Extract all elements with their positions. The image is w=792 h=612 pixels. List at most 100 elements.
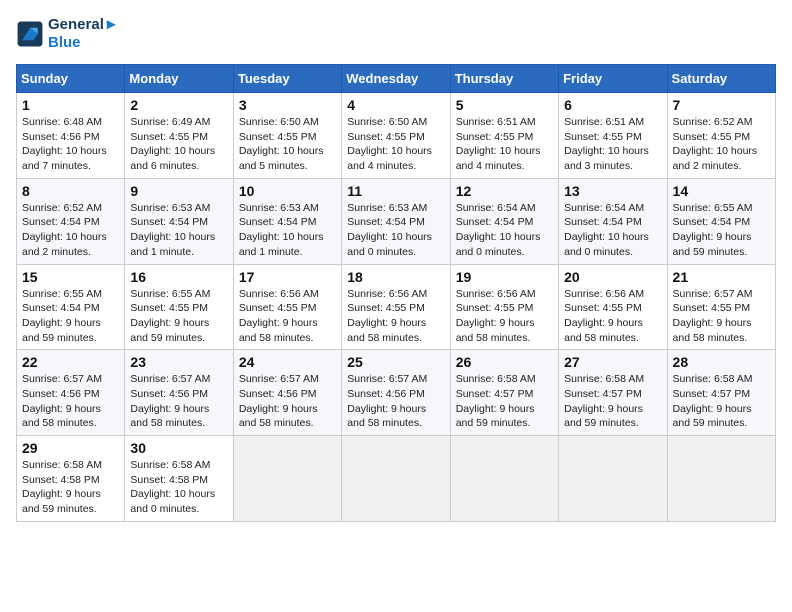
daylight-label: Daylight: — [239, 317, 283, 329]
day-of-week-header: Thursday — [450, 65, 558, 93]
sunset-time: 4:56 PM — [386, 388, 425, 400]
sunset-time: 4:55 PM — [711, 302, 750, 314]
day-info: Sunrise: 6:57 AM Sunset: 4:56 PM Dayligh… — [239, 372, 336, 431]
sunrise-label: Sunrise: — [347, 116, 388, 128]
daylight-label: Daylight: — [673, 403, 717, 415]
calendar-cell: 15 Sunrise: 6:55 AM Sunset: 4:54 PM Dayl… — [17, 264, 125, 350]
sunset-time: 4:54 PM — [386, 216, 425, 228]
sunrise-label: Sunrise: — [673, 373, 714, 385]
sunrise-label: Sunrise: — [347, 373, 388, 385]
calendar-cell — [233, 436, 341, 522]
sunset-time: 4:55 PM — [169, 131, 208, 143]
calendar-cell: 23 Sunrise: 6:57 AM Sunset: 4:56 PM Dayl… — [125, 350, 233, 436]
sunrise-label: Sunrise: — [347, 288, 388, 300]
day-number: 17 — [239, 269, 336, 285]
day-info: Sunrise: 6:52 AM Sunset: 4:55 PM Dayligh… — [673, 115, 770, 174]
calendar-cell: 17 Sunrise: 6:56 AM Sunset: 4:55 PM Dayl… — [233, 264, 341, 350]
calendar-cell: 16 Sunrise: 6:55 AM Sunset: 4:55 PM Dayl… — [125, 264, 233, 350]
day-info: Sunrise: 6:53 AM Sunset: 4:54 PM Dayligh… — [347, 201, 444, 260]
calendar-cell: 3 Sunrise: 6:50 AM Sunset: 4:55 PM Dayli… — [233, 93, 341, 179]
day-number: 10 — [239, 183, 336, 199]
day-number: 29 — [22, 440, 119, 456]
calendar-cell: 20 Sunrise: 6:56 AM Sunset: 4:55 PM Dayl… — [559, 264, 667, 350]
day-number: 20 — [564, 269, 661, 285]
calendar-header: SundayMondayTuesdayWednesdayThursdayFrid… — [17, 65, 776, 93]
calendar-cell: 29 Sunrise: 6:58 AM Sunset: 4:58 PM Dayl… — [17, 436, 125, 522]
sunrise-time: 6:48 AM — [63, 116, 102, 128]
sunrise-time: 6:58 AM — [63, 459, 102, 471]
sunrise-time: 6:53 AM — [280, 202, 319, 214]
calendar-cell: 18 Sunrise: 6:56 AM Sunset: 4:55 PM Dayl… — [342, 264, 450, 350]
daylight-label: Daylight: — [564, 231, 608, 243]
sunset-time: 4:55 PM — [603, 302, 642, 314]
day-of-week-header: Friday — [559, 65, 667, 93]
sunset-label: Sunset: — [22, 388, 61, 400]
sunrise-label: Sunrise: — [130, 459, 171, 471]
sunrise-time: 6:55 AM — [63, 288, 102, 300]
calendar-cell: 6 Sunrise: 6:51 AM Sunset: 4:55 PM Dayli… — [559, 93, 667, 179]
day-info: Sunrise: 6:53 AM Sunset: 4:54 PM Dayligh… — [239, 201, 336, 260]
sunrise-time: 6:55 AM — [172, 288, 211, 300]
sunset-label: Sunset: — [22, 474, 61, 486]
sunset-label: Sunset: — [130, 216, 169, 228]
sunrise-label: Sunrise: — [130, 202, 171, 214]
day-info: Sunrise: 6:56 AM Sunset: 4:55 PM Dayligh… — [239, 287, 336, 346]
sunset-label: Sunset: — [347, 131, 386, 143]
sunrise-time: 6:55 AM — [714, 202, 753, 214]
sunset-time: 4:54 PM — [277, 216, 316, 228]
sunrise-time: 6:58 AM — [172, 459, 211, 471]
calendar-cell: 1 Sunrise: 6:48 AM Sunset: 4:56 PM Dayli… — [17, 93, 125, 179]
sunset-time: 4:55 PM — [711, 131, 750, 143]
sunset-time: 4:57 PM — [494, 388, 533, 400]
sunset-time: 4:54 PM — [494, 216, 533, 228]
sunrise-label: Sunrise: — [130, 288, 171, 300]
sunset-time: 4:54 PM — [603, 216, 642, 228]
day-number: 13 — [564, 183, 661, 199]
sunset-time: 4:56 PM — [61, 131, 100, 143]
calendar-week: 1 Sunrise: 6:48 AM Sunset: 4:56 PM Dayli… — [17, 93, 776, 179]
logo-icon — [16, 20, 44, 48]
day-number: 25 — [347, 354, 444, 370]
sunrise-time: 6:53 AM — [389, 202, 428, 214]
sunrise-label: Sunrise: — [22, 459, 63, 471]
daylight-label: Daylight: — [22, 317, 66, 329]
daylight-label: Daylight: — [22, 231, 66, 243]
day-number: 28 — [673, 354, 770, 370]
day-number: 21 — [673, 269, 770, 285]
sunrise-time: 6:56 AM — [606, 288, 645, 300]
daylight-label: Daylight: — [673, 231, 717, 243]
calendar-cell: 13 Sunrise: 6:54 AM Sunset: 4:54 PM Dayl… — [559, 178, 667, 264]
sunrise-time: 6:57 AM — [714, 288, 753, 300]
daylight-label: Daylight: — [239, 145, 283, 157]
day-number: 27 — [564, 354, 661, 370]
daylight-label: Daylight: — [130, 403, 174, 415]
day-of-week-header: Wednesday — [342, 65, 450, 93]
sunset-label: Sunset: — [239, 131, 278, 143]
sunset-time: 4:55 PM — [603, 131, 642, 143]
sunrise-label: Sunrise: — [673, 288, 714, 300]
calendar-cell: 28 Sunrise: 6:58 AM Sunset: 4:57 PM Dayl… — [667, 350, 775, 436]
calendar-cell: 21 Sunrise: 6:57 AM Sunset: 4:55 PM Dayl… — [667, 264, 775, 350]
day-number: 23 — [130, 354, 227, 370]
sunset-time: 4:55 PM — [386, 302, 425, 314]
sunrise-label: Sunrise: — [239, 116, 280, 128]
calendar-cell: 24 Sunrise: 6:57 AM Sunset: 4:56 PM Dayl… — [233, 350, 341, 436]
sunset-label: Sunset: — [22, 302, 61, 314]
sunset-label: Sunset: — [673, 388, 712, 400]
day-info: Sunrise: 6:51 AM Sunset: 4:55 PM Dayligh… — [564, 115, 661, 174]
header: General► Blue — [16, 16, 776, 52]
sunrise-time: 6:56 AM — [280, 288, 319, 300]
sunset-label: Sunset: — [564, 131, 603, 143]
day-info: Sunrise: 6:58 AM Sunset: 4:57 PM Dayligh… — [564, 372, 661, 431]
sunrise-label: Sunrise: — [22, 202, 63, 214]
day-of-week-header: Saturday — [667, 65, 775, 93]
sunrise-time: 6:58 AM — [497, 373, 536, 385]
calendar-cell: 5 Sunrise: 6:51 AM Sunset: 4:55 PM Dayli… — [450, 93, 558, 179]
calendar-cell: 25 Sunrise: 6:57 AM Sunset: 4:56 PM Dayl… — [342, 350, 450, 436]
sunrise-time: 6:54 AM — [497, 202, 536, 214]
sunrise-time: 6:57 AM — [280, 373, 319, 385]
calendar-cell: 12 Sunrise: 6:54 AM Sunset: 4:54 PM Dayl… — [450, 178, 558, 264]
daylight-label: Daylight: — [130, 317, 174, 329]
day-info: Sunrise: 6:57 AM Sunset: 4:56 PM Dayligh… — [130, 372, 227, 431]
day-info: Sunrise: 6:55 AM Sunset: 4:54 PM Dayligh… — [22, 287, 119, 346]
